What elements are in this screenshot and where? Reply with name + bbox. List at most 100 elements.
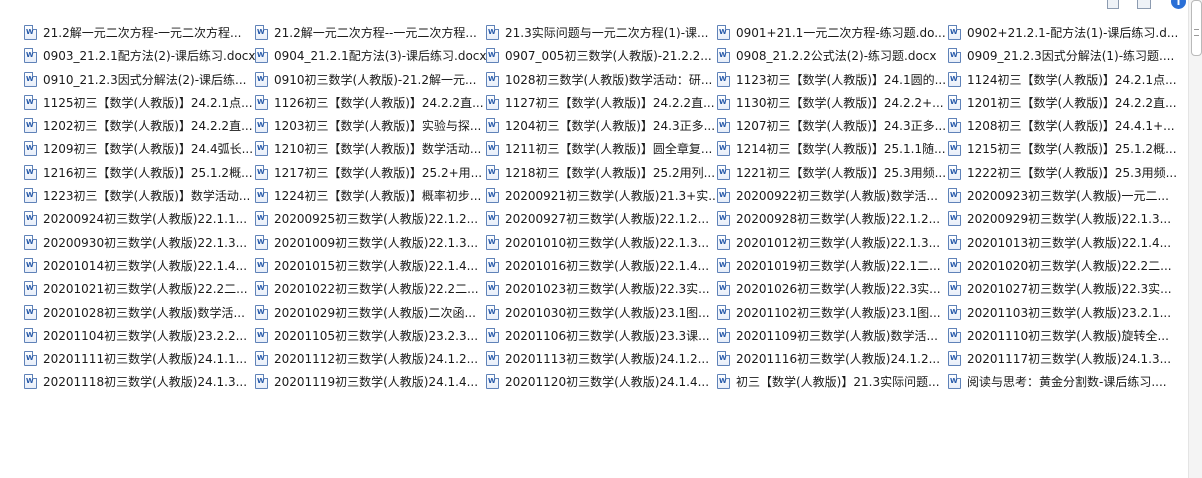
file-item[interactable]: 1210初三【数学(人教版)】数学活动... [255,137,486,160]
file-item[interactable]: 1204初三【数学(人教版)】24.3正多... [486,114,717,137]
file-item[interactable]: 0910初三数学(人教版)-21.2解一元... [255,68,486,91]
file-item[interactable]: 1215初三【数学(人教版)】25.1.2概... [948,137,1179,160]
file-item[interactable]: 0910_21.2.3因式分解法(2)-课后练... [24,68,255,91]
file-item[interactable]: 20200930初三数学(人教版)22.1.3... [24,231,255,254]
file-item[interactable]: 20201110初三数学(人教版)旋转全... [948,324,1179,347]
file-item[interactable]: 0902+21.2.1-配方法(1)-课后练习.d... [948,21,1179,44]
help-icon[interactable]: i [1171,0,1186,9]
file-item[interactable]: 20200921初三数学(人教版)21.3+实... [486,184,717,207]
view-options-icon[interactable] [1107,0,1119,9]
file-item[interactable]: 20200927初三数学(人教版)22.1.2... [486,207,717,230]
file-item[interactable]: 1222初三【数学(人教版)】25.3用频... [948,161,1179,184]
file-item[interactable]: 21.2解一元二次方程--一元二次方程... [255,21,486,44]
file-item[interactable]: 20201118初三数学(人教版)24.1.3... [24,370,255,393]
file-item[interactable]: 初三【数学(人教版)】21.3实际问题... [717,370,948,393]
file-name: 1123初三【数学(人教版)】24.1圆的... [736,72,947,87]
file-item[interactable]: 20201015初三数学(人教版)22.1.4... [255,254,486,277]
file-item[interactable]: 20201012初三数学(人教版)22.1.3... [717,231,948,254]
file-item[interactable]: 20201028初三数学(人教版)数学活... [24,301,255,324]
file-item[interactable]: 21.3实际问题与一元二次方程(1)-课... [486,21,717,44]
file-item[interactable]: 20201014初三数学(人教版)22.1.4... [24,254,255,277]
word-document-icon [255,281,268,297]
file-item[interactable]: 20201106初三数学(人教版)23.3课... [486,324,717,347]
word-document-icon [24,304,37,320]
file-item[interactable]: 20200922初三数学(人教版)数学活... [717,184,948,207]
file-item[interactable]: 20201030初三数学(人教版)23.1图... [486,301,717,324]
file-item[interactable]: 1214初三【数学(人教版)】25.1.1随... [717,137,948,160]
file-item[interactable]: 20200924初三数学(人教版)22.1.1... [24,207,255,230]
file-item[interactable]: 20201102初三数学(人教版)23.1图... [717,301,948,324]
file-item[interactable]: 20201111初三数学(人教版)24.1.1... [24,347,255,370]
file-item[interactable]: 阅读与思考：黄金分割数-课后练习.... [948,370,1179,393]
file-item[interactable]: 1123初三【数学(人教版)】24.1圆的... [717,68,948,91]
file-item[interactable]: 20201117初三数学(人教版)24.1.3... [948,347,1179,370]
file-item[interactable]: 20201020初三数学(人教版)22.2二... [948,254,1179,277]
file-item[interactable]: 1207初三【数学(人教版)】24.3正多... [717,114,948,137]
word-document-icon [948,327,961,343]
file-item[interactable]: 20201019初三数学(人教版)22.1二... [717,254,948,277]
file-item[interactable]: 1126初三【数学(人教版)】24.2.2直... [255,91,486,114]
file-item[interactable]: 21.2解一元二次方程-一元二次方程... [24,21,255,44]
file-item[interactable]: 20201013初三数学(人教版)22.1.4... [948,231,1179,254]
file-item[interactable]: 20201026初三数学(人教版)22.3实... [717,277,948,300]
file-item[interactable]: 0908_21.2.2公式法(2)-练习题.docx [717,44,948,67]
file-item[interactable]: 1224初三【数学(人教版)】概率初步... [255,184,486,207]
file-item[interactable]: 20201021初三数学(人教版)22.2二... [24,277,255,300]
file-item[interactable]: 20201010初三数学(人教版)22.1.3... [486,231,717,254]
file-item[interactable]: 20201113初三数学(人教版)24.1.2... [486,347,717,370]
file-item[interactable]: 1216初三【数学(人教版)】25.1.2概... [24,161,255,184]
file-item[interactable]: 0904_21.2.1配方法(3)-课后练习.docx [255,44,486,67]
file-item[interactable]: 20201119初三数学(人教版)24.1.4... [255,370,486,393]
file-name: 0910_21.2.3因式分解法(2)-课后练... [43,72,247,87]
file-item[interactable]: 20201103初三数学(人教版)23.2.1... [948,301,1179,324]
vertical-scrollbar[interactable] [1188,0,1202,478]
file-item[interactable]: 1208初三【数学(人教版)】24.4.1+... [948,114,1179,137]
file-name: 20201113初三数学(人教版)24.1.2... [505,352,710,367]
file-item[interactable]: 20201009初三数学(人教版)22.1.3... [255,231,486,254]
preview-pane-icon[interactable] [1137,0,1151,9]
file-item[interactable]: 1127初三【数学(人教版)】24.2.2直... [486,91,717,114]
file-item[interactable]: 0909_21.2.3因式分解法(1)-练习题.... [948,44,1179,67]
file-item[interactable]: 1209初三【数学(人教版)】24.4弧长... [24,137,255,160]
file-item[interactable]: 0907_005初三数学(人教版)-21.2.2... [486,44,717,67]
file-item[interactable]: 1223初三【数学(人教版)】数学活动... [24,184,255,207]
file-name: 1201初三【数学(人教版)】24.2.2直... [967,95,1177,110]
file-item[interactable]: 1218初三【数学(人教版)】25.2用列... [486,161,717,184]
file-item[interactable]: 20200925初三数学(人教版)22.1.2... [255,207,486,230]
file-item[interactable]: 1217初三【数学(人教版)】25.2+用... [255,161,486,184]
word-document-icon [24,327,37,343]
file-item[interactable]: 1130初三【数学(人教版)】24.2.2+... [717,91,948,114]
file-item[interactable]: 20201022初三数学(人教版)22.2二... [255,277,486,300]
word-document-icon [717,351,730,367]
file-item[interactable]: 20201109初三数学(人教版)数学活... [717,324,948,347]
file-item[interactable]: 20200928初三数学(人教版)22.1.2... [717,207,948,230]
file-item[interactable]: 1221初三【数学(人教版)】25.3用频... [717,161,948,184]
file-item[interactable]: 20201029初三数学(人教版)二次函... [255,301,486,324]
file-item[interactable]: 1211初三【数学(人教版)】圆全章复... [486,137,717,160]
file-item[interactable]: 20201105初三数学(人教版)23.2.3... [255,324,486,347]
file-item[interactable]: 20200923初三数学(人教版)一元二... [948,184,1179,207]
file-item[interactable]: 0901+21.1一元二次方程-练习题.do... [717,21,948,44]
word-document-icon [486,327,499,343]
file-item[interactable]: 20201016初三数学(人教版)22.1.4... [486,254,717,277]
file-item[interactable]: 0903_21.2.1配方法(2)-课后练习.docx [24,44,255,67]
file-item[interactable]: 20201023初三数学(人教版)22.3实... [486,277,717,300]
file-item[interactable]: 1202初三【数学(人教版)】24.2.2直... [24,114,255,137]
file-name: 1211初三【数学(人教版)】圆全章复... [505,142,713,157]
file-name: 1209初三【数学(人教版)】24.4弧长... [43,142,254,157]
word-document-icon [717,257,730,273]
file-item[interactable]: 1125初三【数学(人教版)】24.2.1点... [24,91,255,114]
file-name: 20201117初三数学(人教版)24.1.3... [967,352,1172,367]
file-item[interactable]: 1124初三【数学(人教版)】24.2.1点... [948,68,1179,91]
file-item[interactable]: 20201120初三数学(人教版)24.1.4... [486,370,717,393]
word-document-icon [24,25,37,40]
scrollbar-thumb[interactable] [1191,0,1202,56]
file-item[interactable]: 1028初三数学(人教版)数学活动：研... [486,68,717,91]
file-item[interactable]: 20201116初三数学(人教版)24.1.2... [717,347,948,370]
file-item[interactable]: 1203初三【数学(人教版)】实验与探... [255,114,486,137]
file-item[interactable]: 1201初三【数学(人教版)】24.2.2直... [948,91,1179,114]
file-item[interactable]: 20201112初三数学(人教版)24.1.2... [255,347,486,370]
file-item[interactable]: 20200929初三数学(人教版)22.1.3... [948,207,1179,230]
file-item[interactable]: 20201104初三数学(人教版)23.2.2... [24,324,255,347]
file-item[interactable]: 20201027初三数学(人教版)22.3实... [948,277,1179,300]
